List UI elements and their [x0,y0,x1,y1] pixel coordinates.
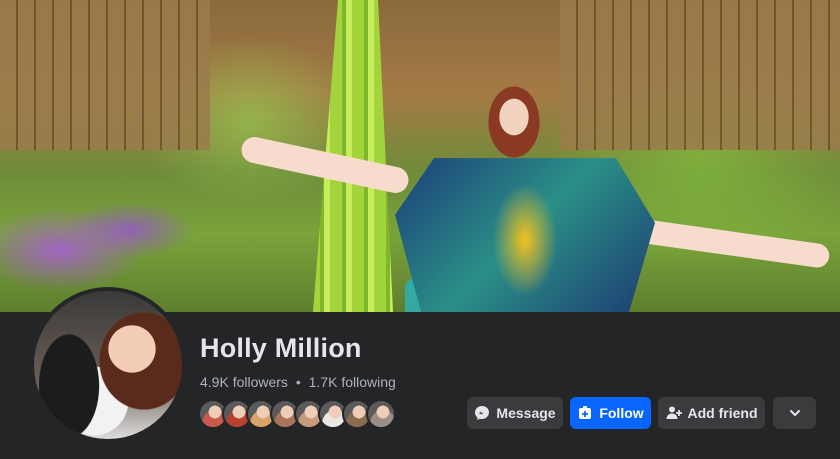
message-button-label: Message [496,405,556,421]
followers-count[interactable]: 4.9K followers [200,374,288,390]
more-options-button[interactable] [773,397,816,429]
fence-right [560,0,840,150]
person-head [478,72,550,172]
person-arm-right [639,218,831,270]
following-count[interactable]: 1.7K following [309,374,396,390]
mutual-friends-avatars[interactable] [198,399,396,429]
message-button[interactable]: Message [467,397,563,429]
follow-icon [577,405,593,421]
chevron-down-icon [787,405,803,421]
add-friend-icon [666,405,682,421]
stats-separator: • [295,374,301,390]
cover-photo[interactable] [0,0,840,312]
avatar [34,291,182,439]
fence-left [0,0,210,150]
friend-avatar[interactable] [366,399,396,429]
person-dress [395,158,655,312]
add-friend-button[interactable]: Add friend [658,397,765,429]
add-friend-button-label: Add friend [687,405,758,421]
follow-button[interactable]: Follow [570,397,651,429]
profile-name: Holly Million [200,333,362,363]
messenger-icon [474,405,490,421]
follow-button-label: Follow [599,405,644,421]
profile-stats: 4.9K followers • 1.7K following [200,374,396,390]
profile-picture[interactable] [30,287,186,443]
